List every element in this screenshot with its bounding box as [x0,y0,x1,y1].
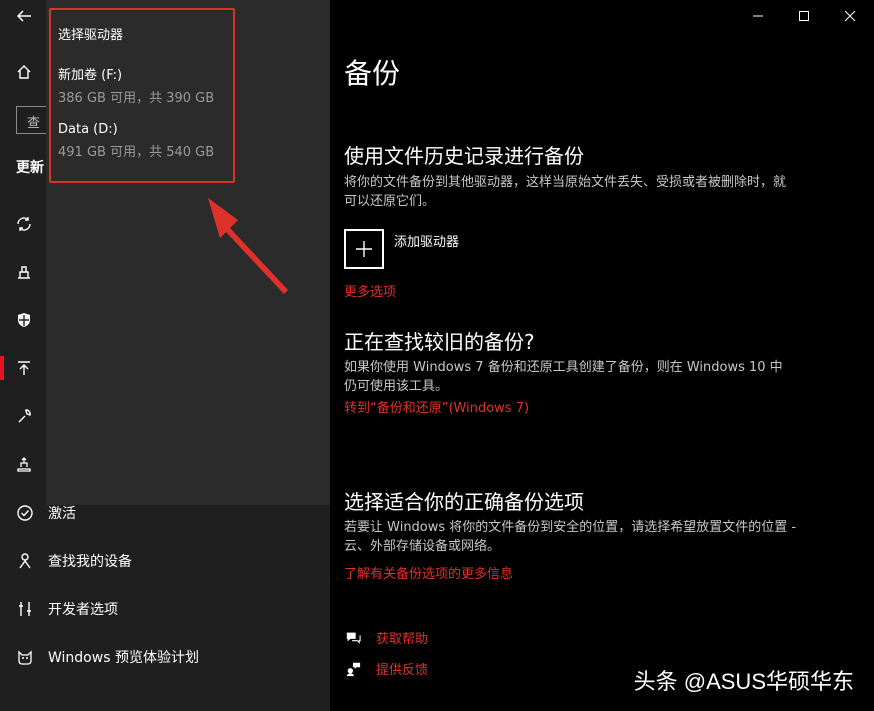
learn-more-link[interactable]: 了解有关备份选项的更多信息 [344,563,513,582]
wrench-icon[interactable] [14,406,34,426]
recovery-icon[interactable] [14,454,34,474]
feedback-link[interactable]: 提供反馈 [344,659,428,678]
feedback-icon [344,660,362,678]
maximize-button[interactable] [784,4,824,28]
insider-icon [16,648,34,666]
annotation-arrow [208,198,288,294]
developer-icon [16,600,34,618]
minimize-button[interactable] [738,4,778,28]
check-circle-icon [16,504,34,522]
back-icon[interactable] [14,6,34,26]
page-title: 备份 [344,57,401,90]
more-options-link[interactable]: 更多选项 [344,281,396,300]
close-button[interactable] [830,4,870,28]
section-description: 如果你使用 Windows 7 备份和还原工具创建了备份，则在 Windows … [344,360,783,394]
sync-icon[interactable] [14,214,34,234]
nav-item-find-device[interactable]: 查找我的设备 [16,549,132,573]
nav-label: 查找我的设备 [48,554,132,570]
section-heading-file-history: 使用文件历史记录进行备份 [344,144,584,168]
plus-icon [356,241,372,257]
shield-icon[interactable] [14,310,34,330]
help-label: 获取帮助 [376,632,429,647]
section-label: 更新 [16,160,44,176]
active-indicator [0,356,4,380]
help-chat-icon [344,629,362,647]
backup-restore-link[interactable]: 转到“备份和还原”(Windows 7) [344,397,529,416]
minimize-icon [753,15,763,17]
close-icon [844,10,856,22]
watermark: 头条 @ASUS华硕华东 [633,669,854,694]
nav-label: Windows 预览体验计划 [48,650,199,666]
feedback-label: 提供反馈 [376,663,429,678]
nav-item-developer[interactable]: 开发者选项 [16,597,118,621]
nav-item-activation[interactable]: 激活 [16,501,76,525]
add-drive-label[interactable]: 添加驱动器 [394,231,459,250]
backup-icon[interactable] [14,358,34,378]
section-heading-backup-options: 选择适合你的正确备份选项 [344,490,584,514]
person-location-icon [16,552,34,570]
get-help-link[interactable]: 获取帮助 [344,628,428,647]
nav-label: 开发者选项 [48,602,118,618]
maximize-icon [799,11,809,21]
nav-label: 激活 [48,506,76,522]
nav-item-insider[interactable]: Windows 预览体验计划 [16,645,199,669]
highlight-annotation-box [49,8,235,183]
home-icon[interactable] [14,62,34,82]
section-description: 若要让 Windows 将你的文件备份到安全的位置，请选择希望放置文件的位置 -… [344,520,797,554]
delivery-icon[interactable] [14,262,34,282]
section-description: 将你的文件备份到其他驱动器，这样当原始文件丢失、受损或者被删除时，就可以还原它们… [344,175,787,209]
add-drive-button[interactable] [344,229,384,269]
section-heading-older-backup: 正在查找较旧的备份? [344,330,535,354]
